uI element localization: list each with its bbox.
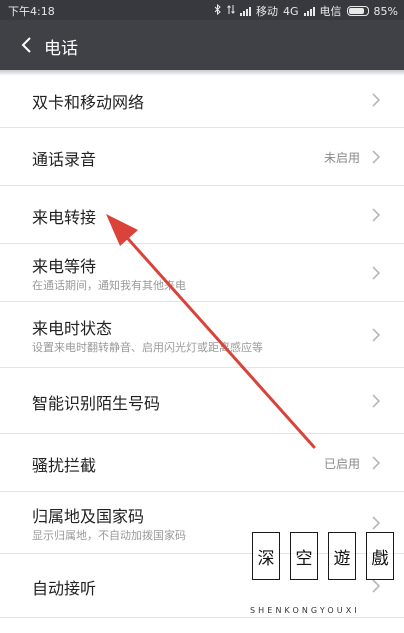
settings-row[interactable]: 双卡和移动网络: [0, 72, 404, 128]
settings-row[interactable]: 智能识别陌生号码: [0, 368, 404, 434]
network-type: 4G: [283, 4, 299, 18]
watermark-char: 戲: [366, 532, 394, 580]
chevron-right-icon: [370, 149, 382, 165]
chevron-right-icon: [370, 265, 382, 281]
status-bar: 下午4:18 移动 4G 电信 85%: [0, 0, 404, 20]
chevron-right-icon: [370, 327, 382, 343]
battery-fill: [348, 8, 364, 14]
chevron-right-icon: [370, 455, 382, 471]
settings-row[interactable]: 来电时状态设置来电时翻转静音、启用闪光灯或距离感应等: [0, 302, 404, 368]
row-description: 设置来电时翻转静音、启用闪光灯或距离感应等: [32, 341, 263, 354]
settings-row[interactable]: 骚扰拦截 已启用: [0, 434, 404, 492]
row-label: 自动接听: [32, 579, 97, 598]
row-label: 归属地及国家码: [32, 507, 145, 526]
carrier-1: 移动: [256, 5, 279, 18]
title-bar: 电话: [0, 20, 404, 70]
watermark-char: 深: [252, 532, 280, 580]
data-transfer-icon: [227, 4, 235, 18]
battery-icon: [346, 6, 369, 16]
signal-icon: [303, 6, 315, 16]
chevron-right-icon: [370, 207, 382, 223]
row-label: 通话录音: [32, 150, 97, 169]
status-time: 下午4:18: [8, 5, 55, 18]
chevron-right-icon: [370, 515, 382, 531]
row-status: 已启用: [323, 457, 360, 471]
row-description: 显示归属地，不自动加拨国家码: [32, 529, 186, 542]
row-label: 双卡和移动网络: [32, 93, 145, 112]
chevron-right-icon: [370, 393, 382, 409]
row-label: 骚扰拦截: [32, 456, 97, 475]
row-label: 智能识别陌生号码: [32, 394, 161, 413]
row-description: 在通话期间，通知我有其他来电: [32, 279, 186, 292]
bluetooth-icon: [214, 3, 222, 18]
watermark-text: SHENKONGYOUXI: [250, 606, 360, 615]
watermark-logo: 深 空 遊 戲 SHENKONGYOUXI: [246, 532, 396, 617]
settings-row[interactable]: 通话录音 未启用: [0, 128, 404, 186]
row-label: 来电时状态: [32, 319, 113, 338]
back-button[interactable]: [14, 32, 38, 58]
settings-row[interactable]: 来电转接: [0, 186, 404, 244]
row-label: 来电等待: [32, 257, 97, 276]
watermark-char: 遊: [328, 532, 356, 580]
page-title: 电话: [44, 39, 78, 59]
row-label: 来电转接: [32, 208, 97, 227]
settings-row[interactable]: 来电等待在通话期间，通知我有其他来电: [0, 244, 404, 302]
battery-percent: 85%: [373, 4, 398, 18]
carrier-2: 电信: [319, 5, 342, 18]
chevron-left-icon: [21, 37, 31, 53]
watermark-char: 空: [290, 532, 318, 580]
signal-icon: [240, 6, 252, 16]
status-icons: 移动 4G 电信 85%: [214, 3, 398, 19]
chevron-right-icon: [370, 92, 382, 108]
row-status: 未启用: [323, 151, 360, 165]
